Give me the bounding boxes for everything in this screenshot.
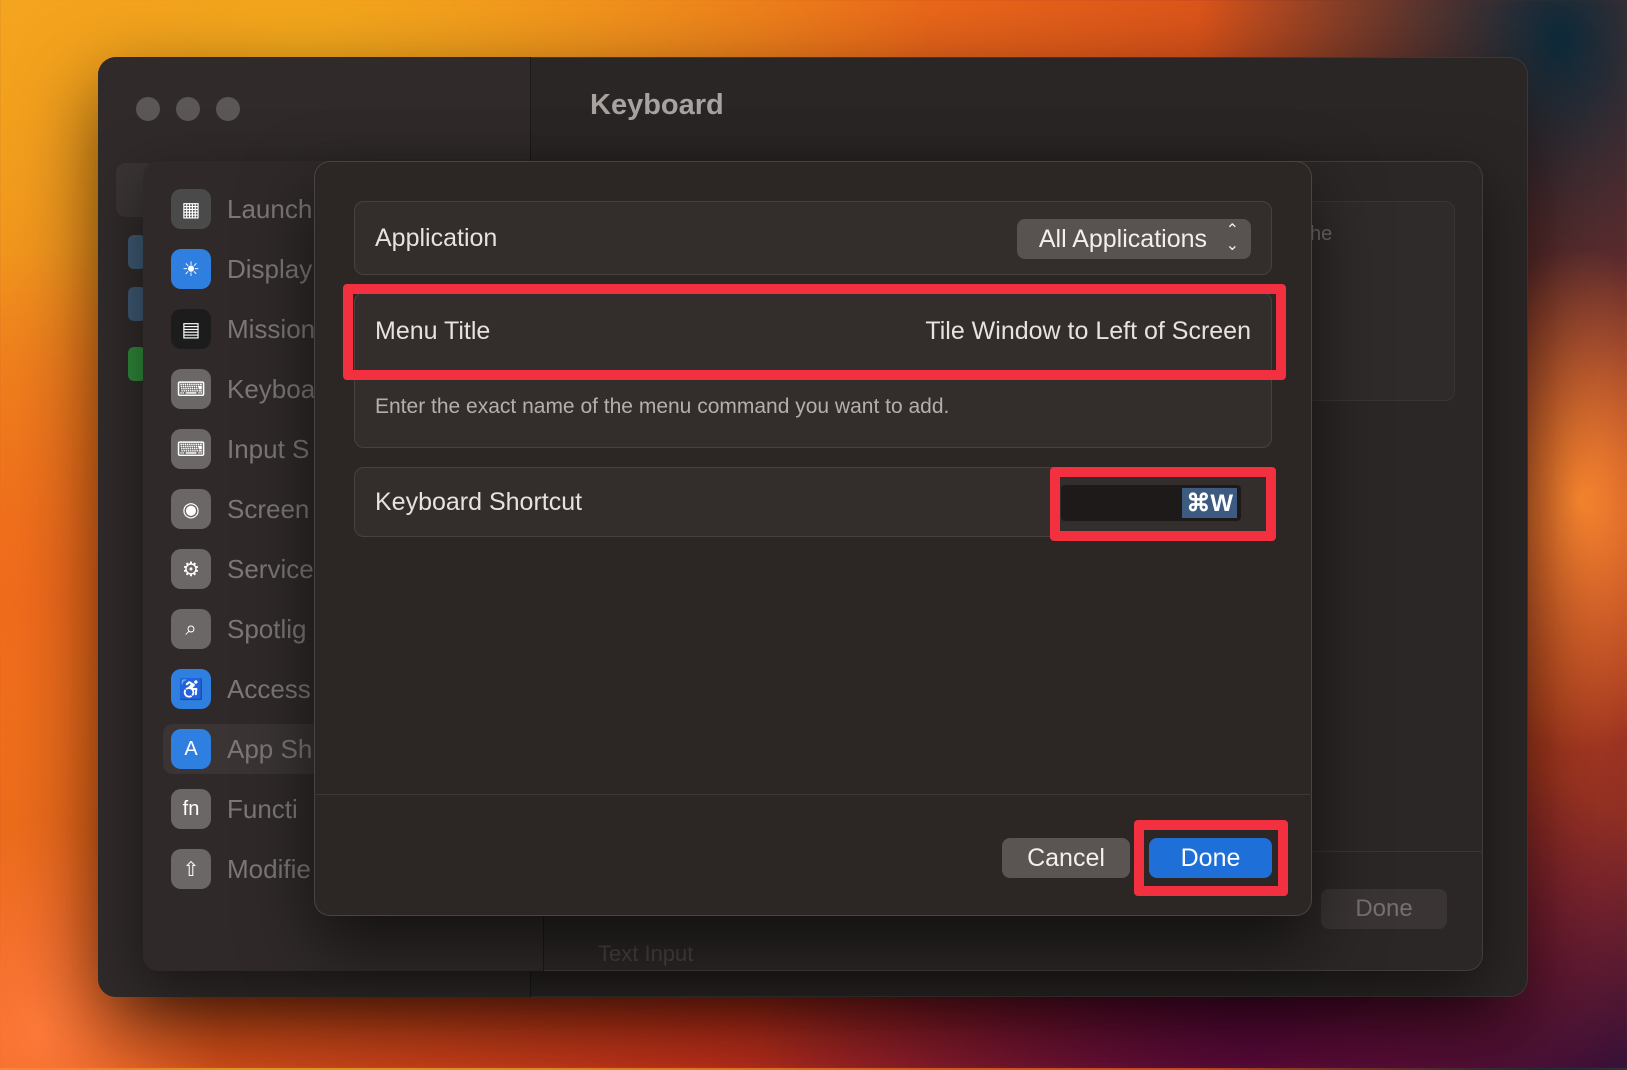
background-panel-text: he [1310,223,1333,245]
sun-icon: ☀ [171,249,211,289]
launchpad-icon: ▦ [171,189,211,229]
window-title: Keyboard [590,89,724,121]
sidebar-item-spotlight[interactable]: ⌕ Spotlig [171,604,307,654]
background-section-text: Text Input [598,941,694,966]
shortcut-highlight-box [1050,467,1276,541]
sidebar-item-function-keys[interactable]: fn Functi [171,784,298,834]
sidebar-item-accessibility[interactable]: ♿ Access [171,664,311,714]
application-popup[interactable]: All Applications ⌃ ⌄ [1016,219,1251,259]
sidebar-item-launchpad[interactable]: ▦ Launch [171,184,312,234]
done-button-highlight-box [1134,820,1288,896]
sidebar-item-display[interactable]: ☀ Display [171,244,312,294]
sidebar-item-input-sources[interactable]: ⌨ Input S [171,424,309,474]
accessibility-icon: ♿ [171,669,211,709]
application-popup-value: All Applications [1038,224,1207,253]
sidebar-item-mission-control[interactable]: ▤ Mission [171,304,315,354]
application-group: Application All Applications ⌃ ⌄ [354,201,1272,275]
sidebar-item-keyboard[interactable]: ⌨ Keyboa [171,364,315,414]
sheet-done-button[interactable]: Done [1321,889,1447,929]
menu-title-hint: Enter the exact name of the menu command… [375,395,950,418]
application-label: Application [375,224,498,252]
sidebar-item-modifier-keys[interactable]: ⇧ Modifie [171,844,311,894]
screenshot-icon: ◉ [171,489,211,529]
zoom-window-button[interactable] [216,97,240,121]
shift-arrow-icon: ⇧ [171,849,211,889]
cancel-button[interactable]: Cancel [1002,838,1130,878]
mission-control-icon: ▤ [171,309,211,349]
minimize-window-button[interactable] [176,97,200,121]
sidebar-item-services[interactable]: ⚙ Service [171,544,314,594]
up-down-chevron-icon: ⌃ ⌄ [1225,222,1239,254]
keyboard-shortcut-label: Keyboard Shortcut [375,488,583,516]
app-store-icon: A [171,729,211,769]
close-window-button[interactable] [136,97,160,121]
menu-title-highlight-box [343,284,1286,380]
gears-icon: ⚙ [171,549,211,589]
magnifier-icon: ⌕ [171,609,211,649]
keyboard-icon: ⌨ [171,369,211,409]
sidebar-item-screenshots[interactable]: ◉ Screen [171,484,309,534]
fn-icon: fn [171,789,211,829]
dialog-footer-divider [314,794,1312,795]
keyboard-icon: ⌨ [171,429,211,469]
